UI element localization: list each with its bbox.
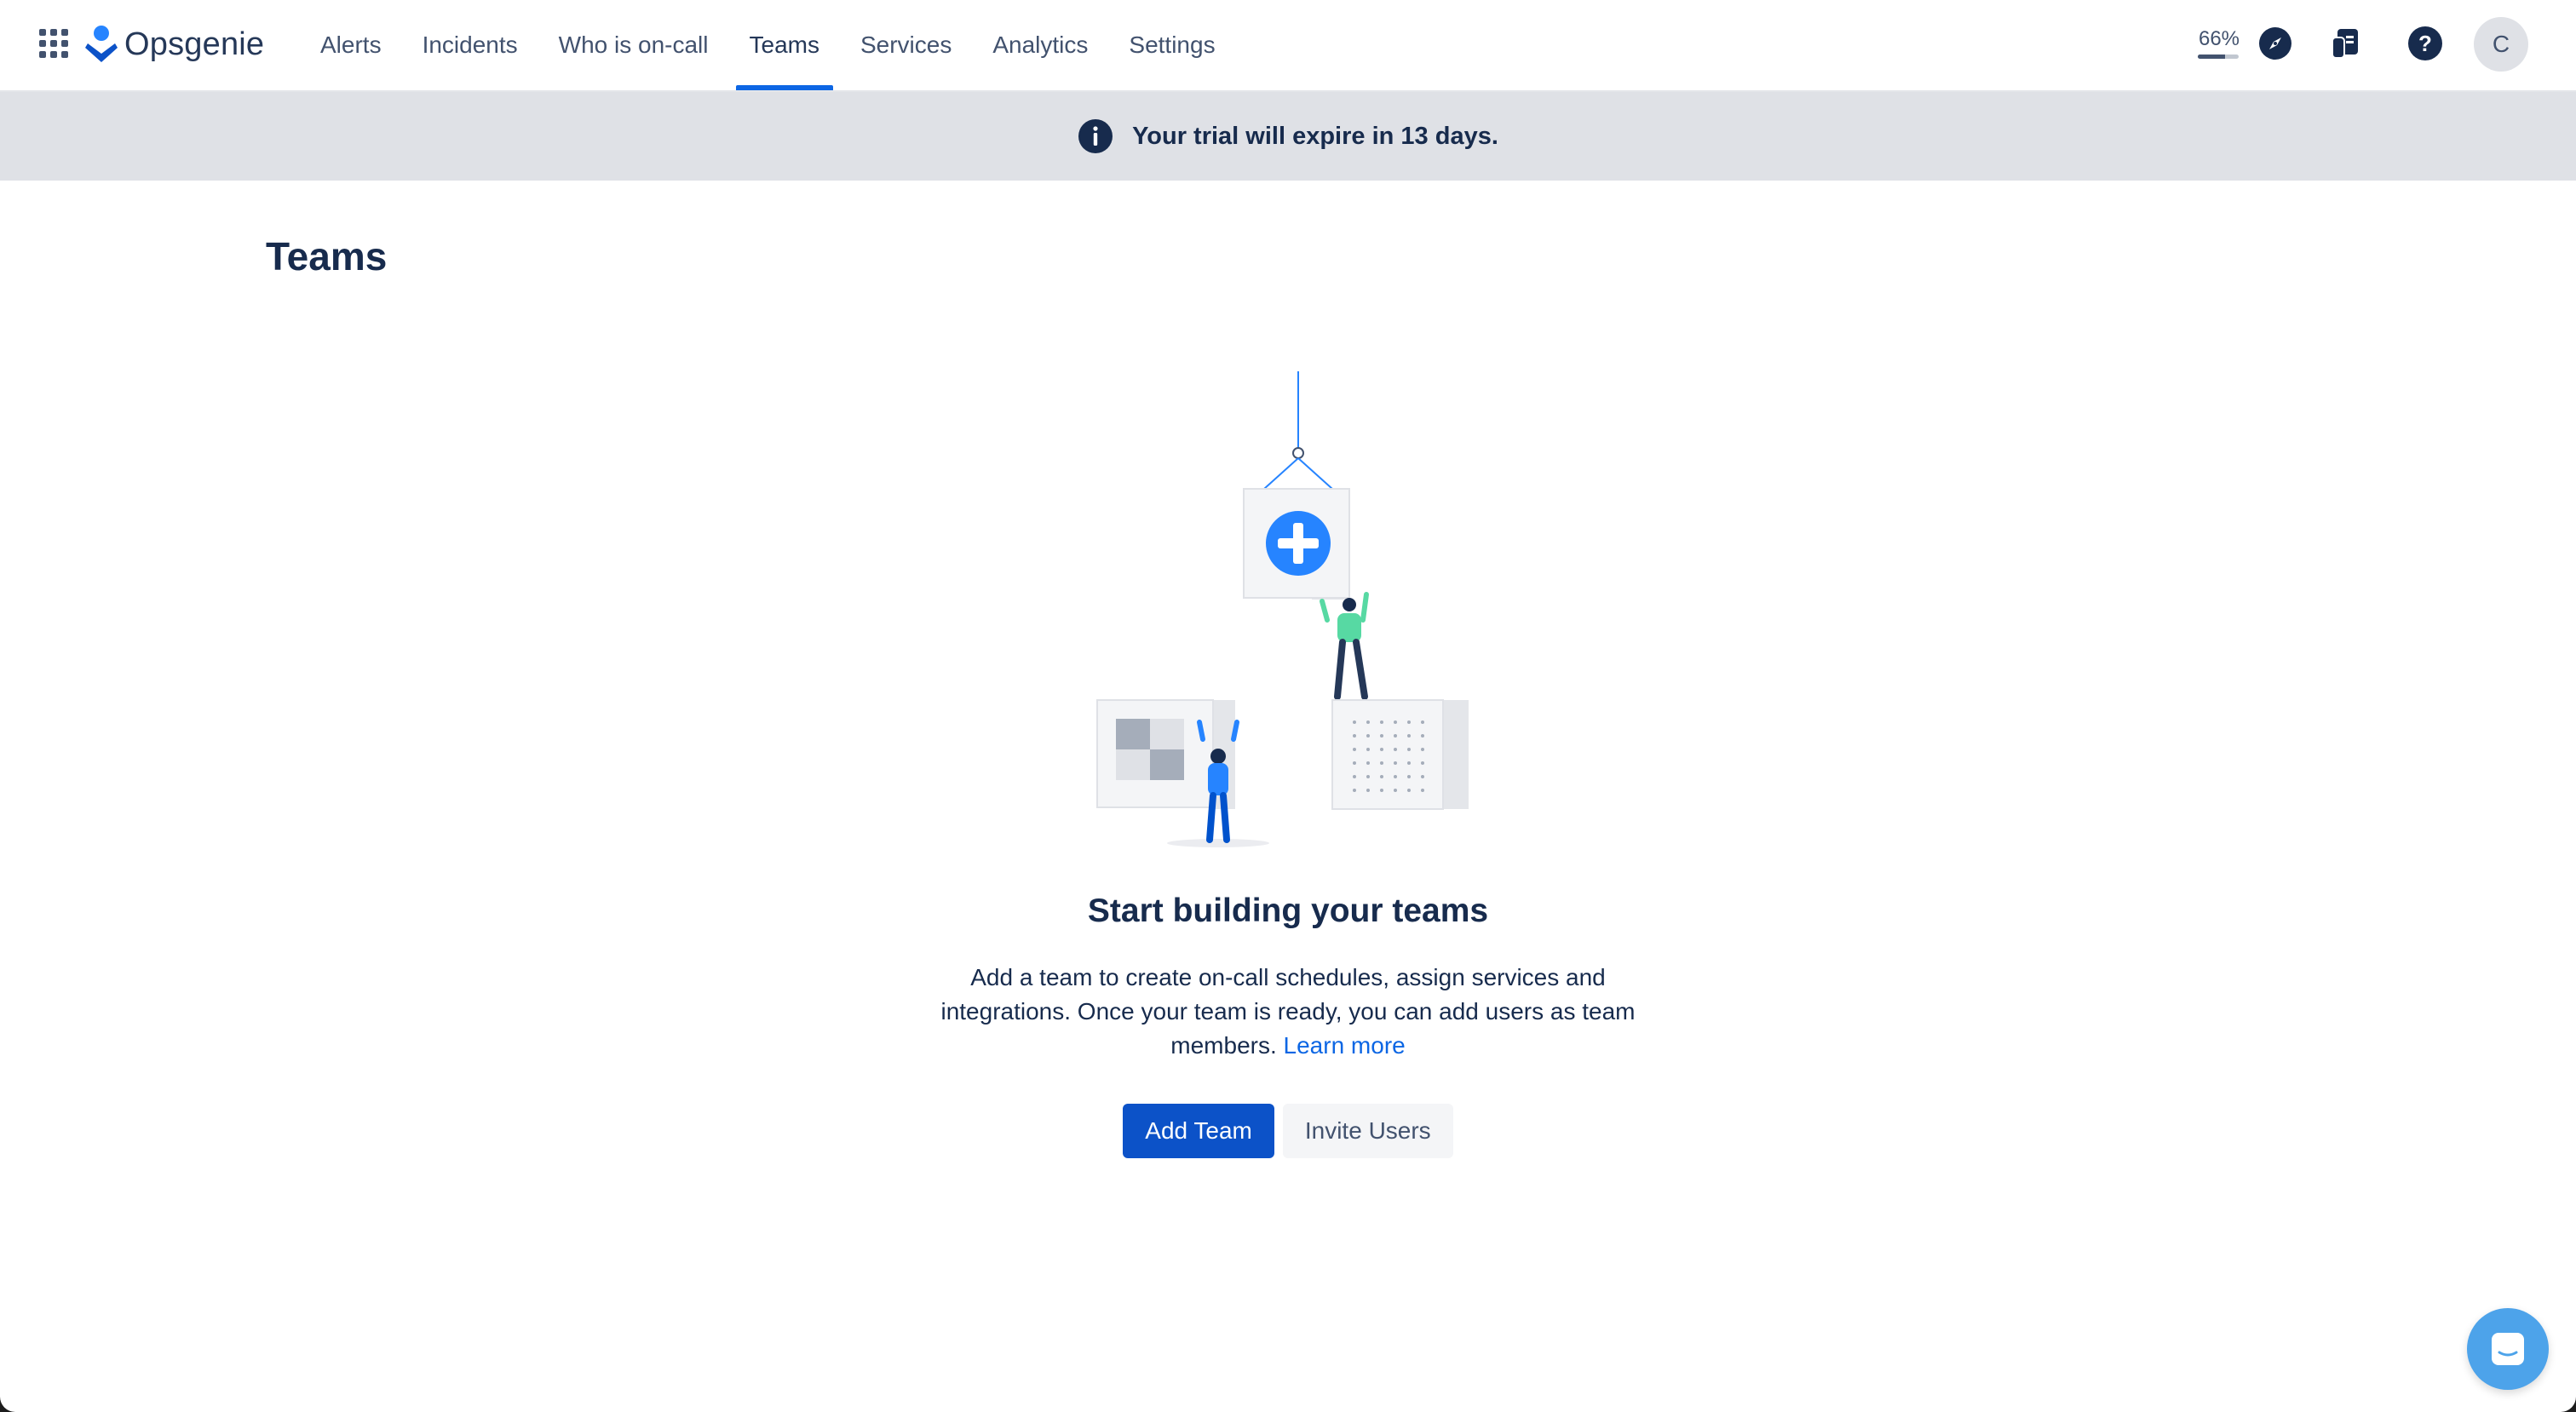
chat-support-button[interactable] <box>2467 1308 2549 1390</box>
zoom-progress-bar <box>2198 55 2239 59</box>
app-name: Opsgenie <box>124 26 265 62</box>
nav-incidents[interactable]: Incidents <box>409 0 532 90</box>
trial-banner: Your trial will expire in 13 days. <box>0 92 2576 181</box>
info-icon <box>1078 119 1113 153</box>
empty-state-description: Add a team to create on-call schedules, … <box>937 961 1639 1063</box>
chat-icon <box>2492 1333 2524 1365</box>
help-icon[interactable]: ? <box>2407 26 2443 61</box>
learn-more-link[interactable]: Learn more <box>1284 1032 1406 1059</box>
teams-empty-illustration <box>1096 371 1469 847</box>
page-title: Teams <box>266 234 388 278</box>
opsgenie-logo-icon <box>85 26 118 62</box>
add-team-button[interactable]: Add Team <box>1123 1104 1274 1158</box>
empty-state-title: Start building your teams <box>1087 893 1489 929</box>
zoom-indicator[interactable]: 66% <box>2196 27 2242 51</box>
user-avatar[interactable]: C <box>2474 17 2528 72</box>
nav-services[interactable]: Services <box>847 0 965 90</box>
app-switcher-icon[interactable] <box>39 29 68 58</box>
main-nav: Alerts Incidents Who is on-call Teams Se… <box>307 0 1243 90</box>
nav-settings[interactable]: Settings <box>1115 0 1228 90</box>
release-notes-icon[interactable] <box>2327 26 2363 61</box>
trial-banner-text: Your trial will expire in 13 days. <box>1132 122 1498 150</box>
compass-icon[interactable] <box>2257 26 2293 61</box>
nav-alerts[interactable]: Alerts <box>307 0 395 90</box>
nav-analytics[interactable]: Analytics <box>979 0 1101 90</box>
opsgenie-logo[interactable]: Opsgenie <box>85 22 264 66</box>
browser-window: Opsgenie Alerts Incidents Who is on-call… <box>0 0 2576 1412</box>
nav-who-is-on-call[interactable]: Who is on-call <box>545 0 722 90</box>
invite-users-button[interactable]: Invite Users <box>1282 1104 1453 1158</box>
nav-teams[interactable]: Teams <box>735 0 834 90</box>
empty-state-actions: Add Team Invite Users <box>0 1104 2576 1158</box>
top-navigation: Opsgenie Alerts Incidents Who is on-call… <box>0 0 2576 92</box>
zoom-progress-fill <box>2198 55 2225 59</box>
svg-text:?: ? <box>2418 31 2432 56</box>
